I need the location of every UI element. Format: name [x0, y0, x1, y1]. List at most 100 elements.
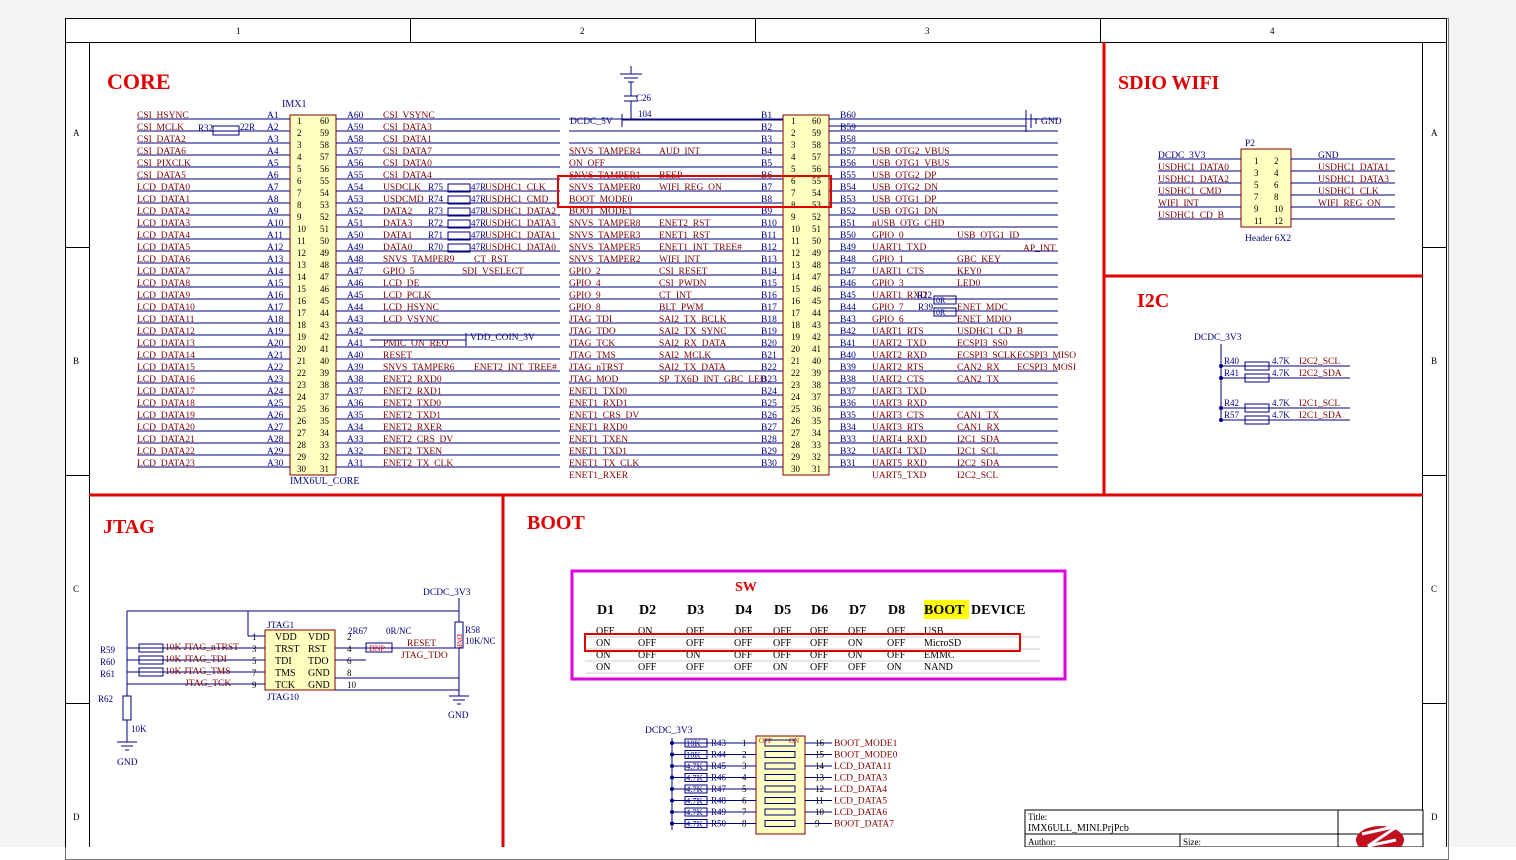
imx1-a-pin: A17	[267, 303, 284, 313]
sw-pin-right: 9	[815, 819, 820, 829]
p2-body	[1240, 148, 1292, 228]
title-label: Title:	[1028, 812, 1047, 822]
sd-resistor-value: 47R	[471, 242, 486, 252]
imx1-pin-num: 22	[297, 368, 306, 378]
imx1-left-net: LCD_DATA16	[137, 375, 195, 385]
imx1-right-net: DATA1	[383, 231, 413, 241]
b-pin-num-r: 36	[812, 404, 822, 414]
imx1-a-pin-r: A60	[347, 111, 364, 121]
sw-net: BOOT_DATA7	[834, 820, 894, 830]
b-pin-num-r: 54	[812, 188, 822, 198]
imx1-a-pin: A16	[267, 291, 284, 301]
b-pin-num: 17	[791, 308, 801, 318]
b-pin-r: B58	[840, 135, 856, 145]
r67-value: 0R/NC	[386, 626, 412, 636]
b-pin-r: B43	[840, 315, 856, 325]
author-label: Author:	[1028, 837, 1056, 847]
jtag-pin-right: 10	[347, 680, 357, 690]
b-pin-num: 22	[791, 368, 800, 378]
imx1-pin-num: 8	[297, 200, 302, 210]
b-pin-num-r: 32	[812, 452, 821, 462]
b-pin-r: B31	[840, 459, 856, 469]
b-pin-r: B42	[840, 327, 856, 337]
p2-pin-left: 11	[1254, 216, 1263, 226]
imx1-a-pin: A19	[267, 327, 284, 337]
sw-junction	[670, 821, 674, 826]
imx1-pin-num-r: 31	[320, 464, 329, 474]
imx1-pin-num: 27	[297, 428, 307, 438]
gnd-net-jtag-right: GND	[448, 711, 469, 721]
boot-header-5: D5	[774, 603, 791, 618]
imx1-pin-num-r: 32	[320, 452, 329, 462]
jtag-resistor-ref: R61	[100, 669, 115, 679]
b-pin-num-r: 49	[812, 248, 822, 258]
gnd-symbol-jtag-left	[117, 741, 137, 751]
sd-resistor-ref: R72	[428, 218, 443, 228]
jtag-pin-right: 6	[347, 656, 352, 666]
b-pin: B9	[761, 207, 772, 217]
imx1-a-pin: A20	[267, 339, 284, 349]
b-pin-num: 4	[791, 152, 796, 162]
boot-cell: USB	[924, 626, 944, 637]
title-block: Title: IMX6ULL_MINI.PrjPcb Author: Size:	[1024, 809, 1424, 847]
i2c-junction	[1219, 376, 1223, 380]
imx1-left-net: LCD_DATA21	[137, 435, 195, 445]
imx1-right-net: ENET2_TX_CLK	[383, 459, 453, 469]
boot-header-6: D6	[811, 603, 828, 618]
page-background: 1234AABBCCDD CORE SDIO WIFI I2C JTAG BOO…	[0, 0, 1516, 860]
imx1-pin-num-r: 48	[320, 260, 330, 270]
imx1-a-pin: A24	[267, 387, 284, 397]
b-pin-num-r: 43	[812, 320, 822, 330]
imx1-right-net: ENET2_CRS_DV	[383, 435, 453, 445]
b-pin-num-r: 40	[812, 356, 822, 366]
r58-dnp: DNP	[455, 634, 463, 648]
imx1-a-pin-r: A37	[347, 387, 364, 397]
sw-pin-left: 6	[742, 796, 747, 806]
b-pin-r: B53	[840, 195, 856, 205]
imx1-a-pin-r: A35	[347, 411, 364, 421]
b-pin: B17	[761, 303, 777, 313]
imx1-right-net: ENET2_TXD0	[383, 399, 441, 409]
boot-header-device: DEVICE	[971, 603, 1025, 618]
b-pin-num: 23	[791, 380, 801, 390]
border-row-label-right: D	[1431, 812, 1438, 822]
imx1-a-pin: A29	[267, 447, 284, 457]
b-pin: B8	[761, 195, 772, 205]
imx1-pin-num: 15	[297, 284, 307, 294]
imx1-a-pin-r: A50	[347, 231, 364, 241]
imx1-pin-num-r: 35	[320, 416, 330, 426]
jtag-left-net: 10K JTAG_nTRST	[165, 643, 239, 653]
imx1-a-pin-r: A32	[347, 447, 364, 457]
imx1-right-net: ENET2_RXER	[383, 423, 443, 433]
jtag-tdo-net: JTAG_TDO	[401, 651, 448, 661]
imx1-left-net: LCD_DATA12	[137, 327, 195, 337]
sw-junction	[670, 775, 674, 780]
b-pin-num-r: 37	[812, 392, 822, 402]
imx1-pin-num: 30	[297, 464, 307, 474]
imx1-right-net: ENET2_RXD1	[383, 387, 442, 397]
imx1-pin-num-r: 49	[320, 248, 330, 258]
imx1-pin-num-r: 45	[320, 296, 330, 306]
sw-resistor-ref: R46	[711, 773, 727, 783]
b-pin: B12	[761, 243, 777, 253]
boot-cell: OFF	[887, 638, 906, 649]
imx1-pin-num-r: 59	[320, 128, 330, 138]
b-pin-num: 10	[791, 224, 801, 234]
sw-resistor-ref: R50	[711, 819, 727, 829]
b-pin-num-r: 35	[812, 416, 822, 426]
b-pin-r: B59	[840, 123, 856, 133]
sw-resistor-ref: R47	[711, 784, 727, 794]
r58-value: 10K/NC	[465, 636, 496, 646]
p2-pin-right: 2	[1274, 156, 1279, 166]
imx1-a-pin-r: A38	[347, 375, 364, 385]
sw-pin-left: 8	[742, 819, 747, 829]
p2-pin-right: 12	[1274, 216, 1283, 226]
border-row-label-right: A	[1431, 128, 1438, 138]
imx1-a-pin-r: A59	[347, 123, 364, 133]
imx1-pin-num: 10	[297, 224, 307, 234]
border-row-label-left: D	[73, 812, 80, 822]
jtag-resistor-ref: R59	[100, 645, 116, 655]
p2-left-net: WIFI_INT	[1158, 199, 1199, 209]
imx1-a-pin-r: A34	[347, 423, 364, 433]
sd-resistor-value: 47R	[471, 206, 486, 216]
